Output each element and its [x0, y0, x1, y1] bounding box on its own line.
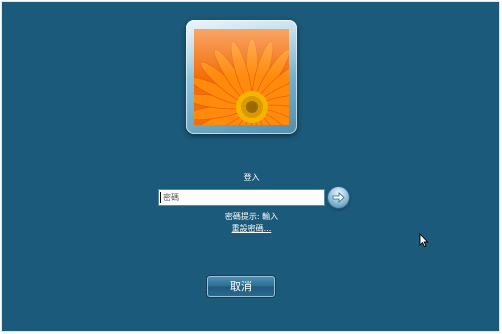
reset-password-link[interactable]: 重設密碼... — [232, 224, 272, 233]
user-avatar — [194, 29, 289, 125]
login-title: 登入 — [243, 173, 260, 182]
logon-screen: 登入 密碼提示: 輸入 重設密碼... 取消 — [1, 1, 500, 332]
password-hint: 密碼提示: 輸入 — [224, 212, 279, 221]
user-tile — [186, 20, 297, 134]
mouse-pointer-icon — [419, 232, 429, 252]
submit-button[interactable] — [328, 187, 349, 208]
text-caret — [160, 192, 161, 203]
cancel-button[interactable]: 取消 — [207, 276, 275, 297]
flower-image — [194, 29, 289, 125]
arrow-right-icon — [332, 192, 345, 203]
password-field[interactable] — [158, 189, 325, 206]
